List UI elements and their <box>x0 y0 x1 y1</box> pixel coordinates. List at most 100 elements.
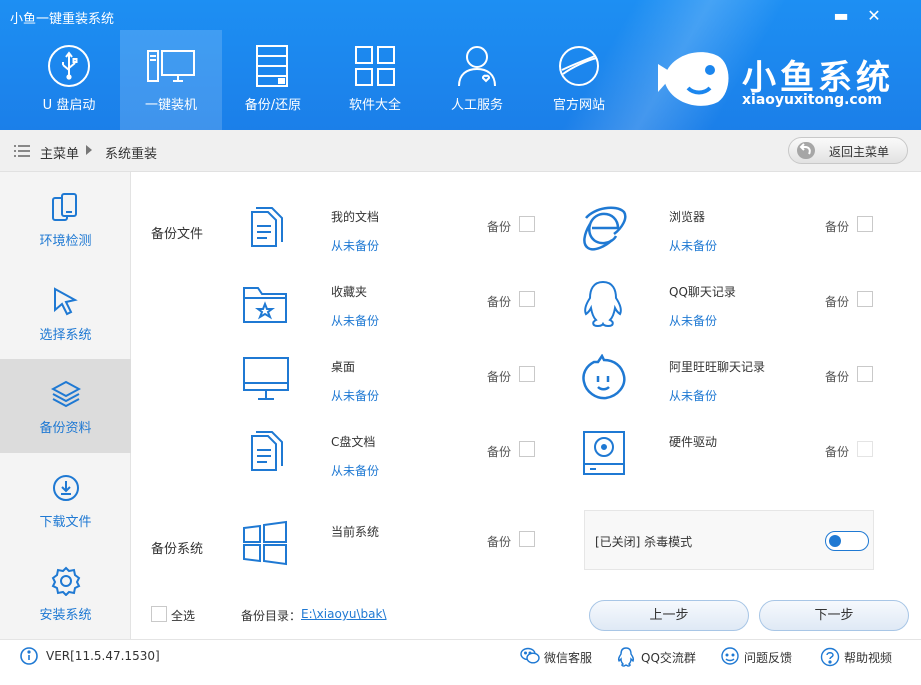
wangwang-icon <box>582 354 626 400</box>
backup-label: 备份 <box>487 370 512 384</box>
windows-logo-icon <box>243 520 287 566</box>
sidebar-label: 下载文件 <box>39 515 92 530</box>
next-step-button[interactable]: 下一步 <box>759 600 909 631</box>
back-to-main-menu-button[interactable]: 返回主菜单 <box>788 137 908 164</box>
footer: VER[11.5.47.1530] 微信客服 QQ交流群 问题反馈 帮助视频 <box>0 639 921 685</box>
footer-link-label: 帮助视频 <box>844 651 893 665</box>
item-status: 从未备份 <box>331 239 380 253</box>
backup-checkbox-current-system[interactable] <box>519 531 535 547</box>
sidebar-label: 备份资料 <box>39 421 92 436</box>
back-arrow-icon <box>797 142 815 159</box>
toggle-knob <box>829 535 841 547</box>
footer-link-label: 微信客服 <box>544 651 593 665</box>
nav-label: 一键装机 <box>144 98 197 113</box>
server-stack-icon <box>256 45 288 87</box>
documents-icon <box>251 431 283 471</box>
wechat-icon <box>520 647 540 664</box>
select-all-label[interactable]: 全选 <box>171 607 195 624</box>
download-circle-icon <box>53 475 79 501</box>
backup-checkbox-wangwang-chat[interactable] <box>857 366 873 382</box>
nav-one-key-install[interactable]: 一键装机 <box>120 30 222 130</box>
item-status: 从未备份 <box>669 389 718 403</box>
backup-files-label: 备份文件 <box>151 227 204 242</box>
nav-human-service[interactable]: 人工服务 <box>426 30 528 130</box>
app-title: 小鱼一键重装系统 <box>10 12 115 27</box>
item-status: 从未备份 <box>331 464 380 478</box>
backup-label: 备份 <box>487 220 512 234</box>
help-icon <box>820 647 840 667</box>
nav-label: 备份/还原 <box>244 98 302 113</box>
backup-checkbox-favorites[interactable] <box>519 291 535 307</box>
item-name-desktop: 桌面 <box>331 360 356 374</box>
item-name-favorites: 收藏夹 <box>331 285 368 299</box>
sidebar-item-download-files[interactable]: 下载文件 <box>0 453 131 547</box>
backup-checkbox-my-documents[interactable] <box>519 216 535 232</box>
sidebar-item-install-system[interactable]: 安装系统 <box>0 546 131 640</box>
antivirus-mode-toggle[interactable] <box>825 531 869 551</box>
backup-dir-label: 备份目录： <box>241 609 302 623</box>
backup-label: 备份 <box>487 535 512 549</box>
sidebar: 环境检测 选择系统 备份资料 下载文件 安装系统 <box>0 172 131 639</box>
item-name-my-documents: 我的文档 <box>331 210 380 224</box>
info-icon <box>20 647 38 665</box>
item-name-c-drive-docs: C盘文档 <box>331 435 376 449</box>
footer-link-label: QQ交流群 <box>641 651 696 665</box>
backup-checkbox-hardware-drivers <box>857 441 873 457</box>
nav-label: 人工服务 <box>450 98 503 113</box>
backup-label: 备份 <box>487 445 512 459</box>
item-status: 从未备份 <box>669 239 718 253</box>
fish-logo-icon <box>658 52 729 106</box>
close-button[interactable]: ✕ <box>863 6 885 26</box>
backup-checkbox-desktop[interactable] <box>519 366 535 382</box>
minimize-button[interactable]: ▬ <box>830 6 852 26</box>
item-name-wangwang-chat: 阿里旺旺聊天记录 <box>669 360 766 374</box>
sidebar-label: 选择系统 <box>39 328 92 343</box>
nav-usb-boot[interactable]: U 盘启动 <box>18 30 120 130</box>
breadcrumb: 主菜单 系统重装 返回主菜单 <box>0 130 921 172</box>
backup-dir-link[interactable]: E:\xiaoyu\bak\ <box>301 607 387 621</box>
item-name-current-system: 当前系统 <box>331 525 380 539</box>
sidebar-item-backup-data[interactable]: 备份资料 <box>0 359 131 453</box>
top-nav: U 盘启动 一键装机 备份/还原 软件大全 人工服务 官方网站 <box>18 30 630 130</box>
nav-label: 软件大全 <box>348 98 401 113</box>
item-name-browser: 浏览器 <box>669 210 706 224</box>
ie-browser-icon <box>583 206 627 251</box>
nav-label: 官方网站 <box>552 98 605 113</box>
title-bar-header: 小鱼一键重装系统 ▬ ✕ U 盘启动 一键装机 备份/还原 软件大全 人工服务 … <box>0 0 921 130</box>
nav-official-site[interactable]: 官方网站 <box>528 30 630 130</box>
antivirus-mode-panel: [已关闭] 杀毒模式 <box>584 510 874 570</box>
qq-penguin-icon <box>584 280 622 328</box>
phone-copy-icon <box>52 193 77 221</box>
usb-icon <box>48 45 90 87</box>
sidebar-label: 安装系统 <box>39 608 92 623</box>
prev-step-button[interactable]: 上一步 <box>589 600 749 631</box>
footer-link-label: 问题反馈 <box>744 651 793 665</box>
feedback-icon <box>721 647 739 665</box>
nav-software[interactable]: 软件大全 <box>324 30 426 130</box>
backup-system-label: 备份系统 <box>151 542 204 557</box>
backup-checkbox-c-drive-docs[interactable] <box>519 441 535 457</box>
item-name-qq-chat: QQ聊天记录 <box>669 285 736 299</box>
item-status: 从未备份 <box>331 389 380 403</box>
back-button-label: 返回主菜单 <box>829 145 890 159</box>
brand-url: xiaoyuxitong.com <box>742 92 882 108</box>
sidebar-item-select-system[interactable]: 选择系统 <box>0 266 131 360</box>
select-all-checkbox[interactable] <box>151 606 167 622</box>
item-name-hardware-drivers: 硬件驱动 <box>669 435 718 449</box>
nav-label: U 盘启动 <box>42 98 96 113</box>
sidebar-label: 环境检测 <box>39 234 92 249</box>
nav-backup-restore[interactable]: 备份/还原 <box>222 30 324 130</box>
sidebar-item-env-check[interactable]: 环境检测 <box>0 172 131 266</box>
backup-label: 备份 <box>825 220 850 234</box>
backup-label: 备份 <box>825 370 850 384</box>
grid-icon <box>355 46 395 86</box>
backup-checkbox-browser[interactable] <box>857 216 873 232</box>
version-text: VER[11.5.47.1530] <box>46 649 160 663</box>
planet-icon <box>559 46 599 86</box>
backup-checkbox-qq-chat[interactable] <box>857 291 873 307</box>
antivirus-mode-label: [已关闭] 杀毒模式 <box>595 535 693 549</box>
breadcrumb-current: 系统重装 <box>105 147 158 162</box>
breadcrumb-root[interactable]: 主菜单 <box>40 143 79 162</box>
qq-icon <box>617 647 635 667</box>
star-folder-icon <box>243 287 287 323</box>
